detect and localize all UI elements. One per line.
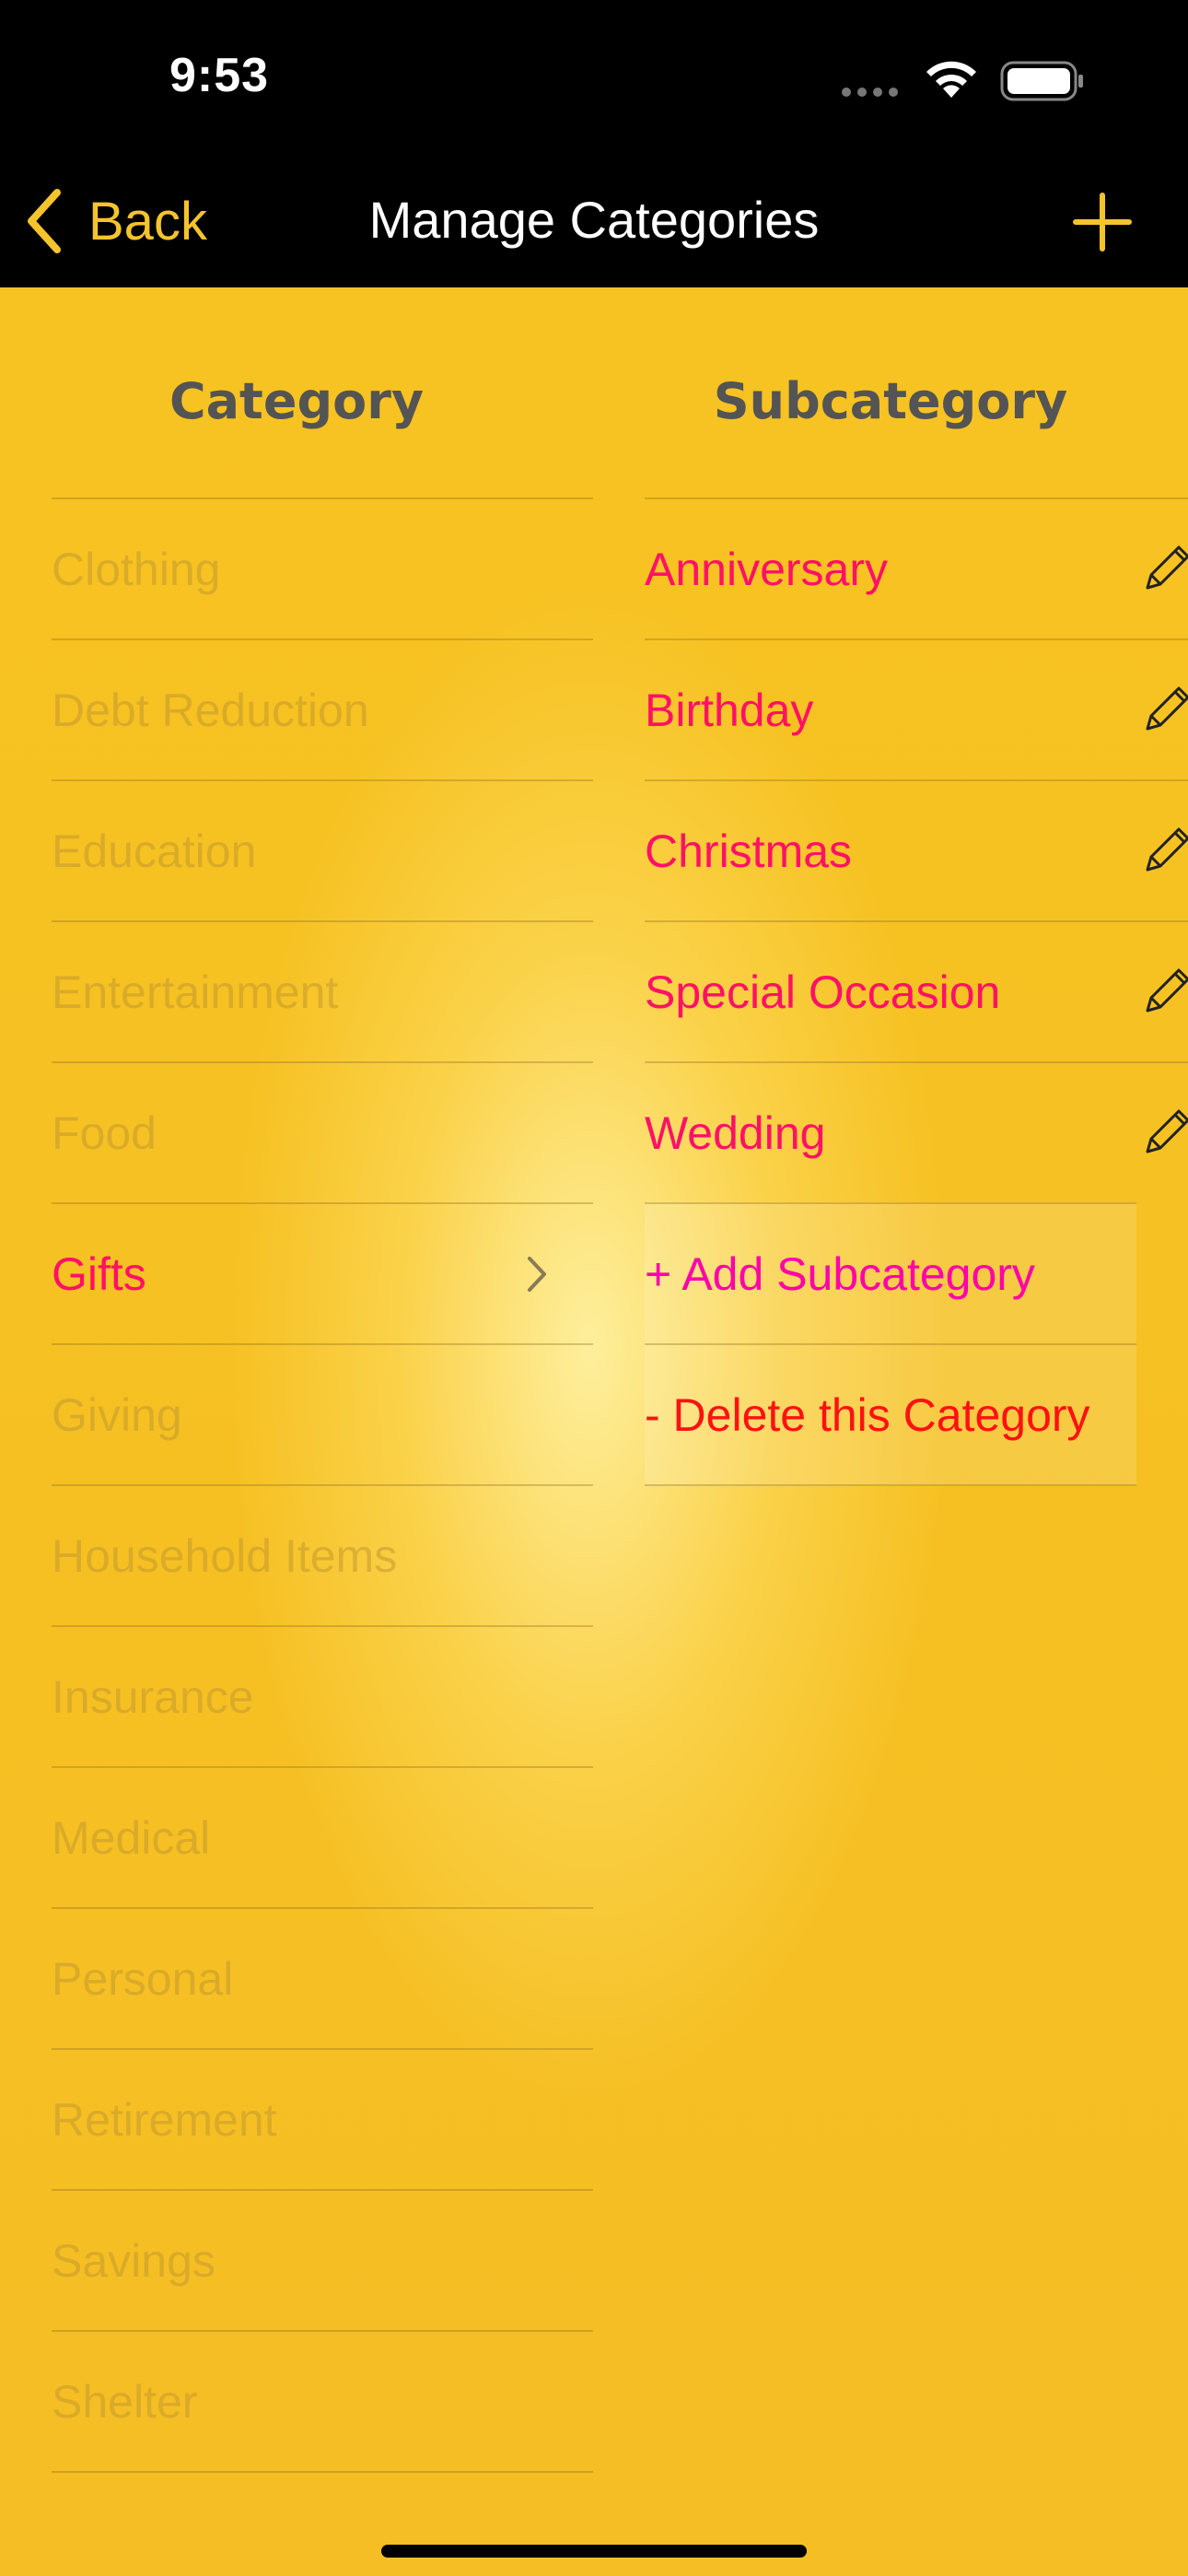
navigation-bar: Back Manage Categories (0, 157, 1188, 287)
pencil-icon[interactable] (1138, 1106, 1188, 1161)
category-row-giving[interactable]: Giving (52, 1343, 593, 1484)
delete-category-label: - Delete this Category (645, 1388, 1090, 1441)
category-row-personal[interactable]: Personal (52, 1907, 593, 2048)
subcategory-label: Wedding (645, 1107, 826, 1159)
cellular-signal-icon (842, 85, 904, 101)
wifi-icon (923, 57, 980, 104)
subcategory-label: Anniversary (645, 543, 888, 595)
chevron-right-icon (528, 1256, 546, 1292)
category-label: Medical (52, 1811, 211, 1864)
home-indicator[interactable] (381, 2545, 807, 2558)
subcategory-row-anniversary[interactable]: Anniversary (645, 498, 1188, 638)
category-label: Household Items (52, 1529, 398, 1582)
category-row-savings[interactable]: Savings (52, 2189, 593, 2330)
category-row-insurance[interactable]: Insurance (52, 1625, 593, 1766)
category-row-debt-reduction[interactable]: Debt Reduction (52, 638, 593, 779)
category-list: Clothing Debt Reduction Education Entert… (52, 498, 593, 2473)
category-label: Savings (52, 2234, 215, 2287)
category-column-header: Category (169, 372, 425, 430)
pencil-icon[interactable] (1138, 824, 1188, 879)
subcategory-row-wedding[interactable]: Wedding (645, 1061, 1188, 1202)
add-subcategory-button[interactable]: + Add Subcategory (645, 1202, 1136, 1343)
battery-icon (1000, 61, 1085, 106)
content-area: Category Subcategory Clothing Debt Reduc… (0, 287, 1188, 2576)
category-label: Clothing (52, 543, 221, 595)
category-row-entertainment[interactable]: Entertainment (52, 920, 593, 1061)
category-label: Retirement (52, 2093, 277, 2146)
category-label: Personal (52, 1952, 234, 2005)
subcategory-list: Anniversary Birthday Christmas Special O… (645, 498, 1188, 1486)
subcategory-column-header: Subcategory (713, 372, 1068, 430)
category-label: Shelter (52, 2375, 198, 2428)
subcategory-label: Birthday (645, 684, 814, 736)
category-label: Insurance (52, 1670, 254, 1723)
pencil-icon[interactable] (1138, 542, 1188, 597)
category-label: Entertainment (52, 966, 339, 1018)
category-label: Debt Reduction (52, 684, 369, 736)
category-row-retirement[interactable]: Retirement (52, 2048, 593, 2189)
category-row-medical[interactable]: Medical (52, 1766, 593, 1907)
subcategory-row-special-occasion[interactable]: Special Occasion (645, 920, 1188, 1061)
category-row-education[interactable]: Education (52, 779, 593, 920)
category-row-food[interactable]: Food (52, 1061, 593, 1202)
category-label: Giving (52, 1388, 182, 1441)
category-row-shelter[interactable]: Shelter (52, 2330, 593, 2473)
category-row-clothing[interactable]: Clothing (52, 498, 593, 638)
page-title: Manage Categories (368, 191, 820, 249)
subcategory-row-christmas[interactable]: Christmas (645, 779, 1188, 920)
subcategory-label: Christmas (645, 825, 853, 877)
pencil-icon[interactable] (1138, 683, 1188, 738)
subcategory-label: Special Occasion (645, 966, 1001, 1018)
plus-icon (1073, 193, 1132, 252)
category-label: Gifts (52, 1247, 146, 1300)
category-label: Food (52, 1107, 157, 1159)
status-time: 9:53 (169, 49, 270, 102)
status-bar: 9:53 (0, 0, 1188, 157)
category-row-gifts[interactable]: Gifts (52, 1202, 593, 1343)
delete-category-button[interactable]: - Delete this Category (645, 1343, 1136, 1486)
subcategory-row-birthday[interactable]: Birthday (645, 638, 1188, 779)
pencil-icon[interactable] (1138, 965, 1188, 1020)
add-subcategory-label: + Add Subcategory (645, 1247, 1035, 1300)
add-category-button[interactable] (1070, 190, 1135, 254)
category-label: Education (52, 825, 257, 877)
category-row-household-items[interactable]: Household Items (52, 1484, 593, 1625)
